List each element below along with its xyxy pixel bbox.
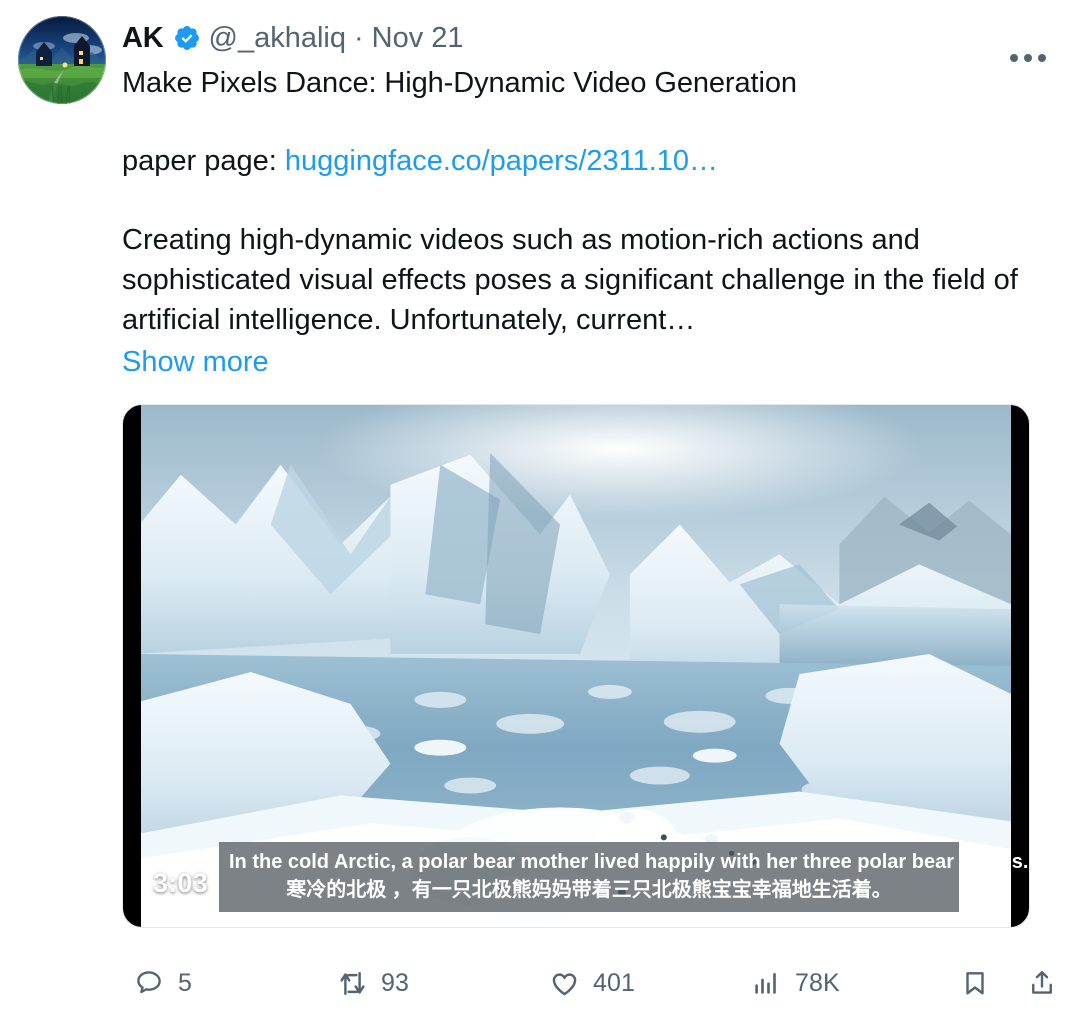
reply-button[interactable]: 5 <box>132 955 192 1011</box>
tweet-main-column: AK @_akhaliq · Nov 21 Make Pixels Dance:… <box>122 14 1058 1017</box>
more-horizontal-icon-dot2 <box>1024 54 1032 62</box>
verified-badge-icon <box>173 24 201 52</box>
share-upload-icon <box>1025 966 1059 1000</box>
video-duration: 3:03 <box>153 868 208 898</box>
more-options-button[interactable] <box>1006 36 1050 80</box>
avatar-landscape-image <box>18 16 106 104</box>
more-horizontal-icon <box>1010 54 1018 62</box>
views-count: 78K <box>795 969 840 997</box>
repost-button[interactable]: 93 <box>335 955 409 1011</box>
author-row: AK @_akhaliq · Nov 21 <box>122 18 1058 58</box>
like-button[interactable]: 401 <box>547 955 635 1011</box>
retweet-icon <box>335 966 369 1000</box>
video-player[interactable]: 3:03 In the cold Arctic, a polar bear mo… <box>122 404 1030 928</box>
meta-separator: · <box>353 22 364 54</box>
bookmark-icon <box>958 966 992 1000</box>
paper-page-label: paper page: <box>122 145 277 177</box>
bookmark-button[interactable] <box>958 955 1004 1011</box>
author-handle[interactable]: @_akhaliq <box>209 21 346 55</box>
avatar-column <box>18 14 122 1017</box>
video-caption-chinese: 寒冷的北极 ，有一只北极熊妈妈带着三只北极熊宝宝幸福地生活着。 <box>286 879 892 901</box>
views-button[interactable]: 78K <box>749 955 840 1011</box>
tweet-card: AK @_akhaliq · Nov 21 Make Pixels Dance:… <box>0 0 1080 1017</box>
paper-page-line: paper page: huggingface.co/papers/2311.1… <box>122 142 1058 180</box>
reply-bubble-icon <box>132 966 166 1000</box>
reply-count: 5 <box>178 969 193 997</box>
author-display-name[interactable]: AK <box>122 21 164 55</box>
video-caption-english: In the cold Arctic, a polar bear mother … <box>229 851 1029 873</box>
paper-page-link[interactable]: huggingface.co/papers/2311.10… <box>285 145 718 177</box>
avatar[interactable] <box>18 16 106 104</box>
repost-count: 93 <box>381 969 410 997</box>
analytics-bars-icon <box>749 966 783 1000</box>
tweet-date[interactable]: Nov 21 <box>372 21 464 55</box>
show-more-link[interactable]: Show more <box>122 342 1058 382</box>
more-horizontal-icon-dot3 <box>1038 54 1046 62</box>
share-button[interactable] <box>1025 955 1071 1011</box>
tweet-body-text: Creating high-dynamic videos such as mot… <box>122 224 1018 336</box>
video-caption: In the cold Arctic, a polar bear mother … <box>219 842 1029 912</box>
heart-icon <box>547 966 581 1000</box>
tweet-title: Make Pixels Dance: High-Dynamic Video Ge… <box>122 67 797 99</box>
like-count: 401 <box>593 969 636 997</box>
tweet-action-bar: 5 93 401 78K <box>122 952 1052 1014</box>
